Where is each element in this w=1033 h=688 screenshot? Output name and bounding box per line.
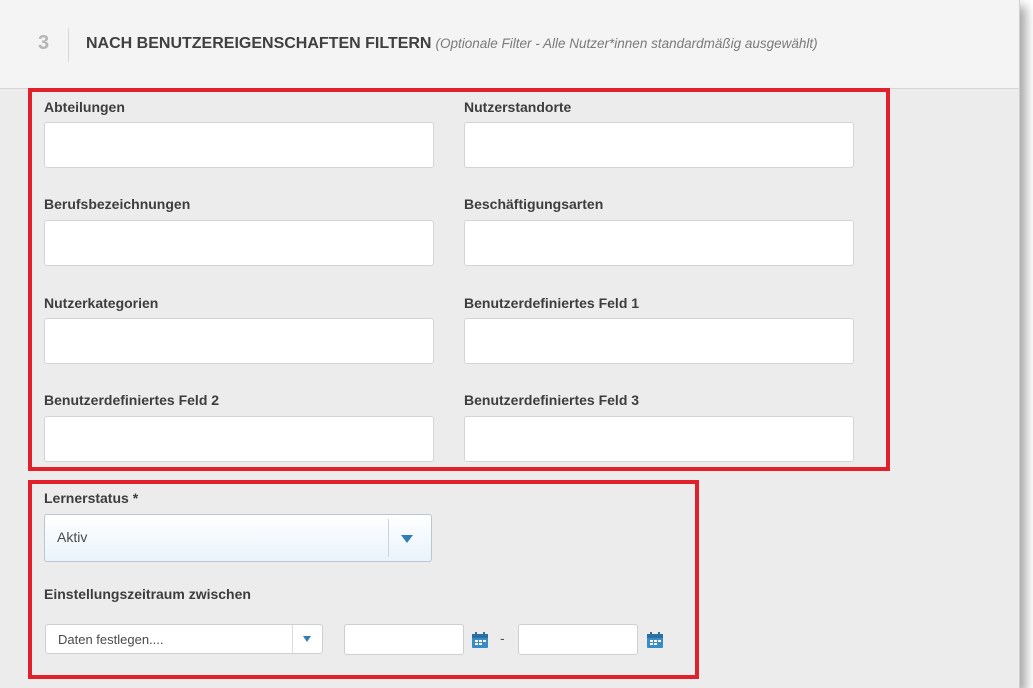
- hire-period-label: Einstellungszeitraum zwischen: [44, 586, 251, 602]
- filter-panel: 3 NACH BENUTZEREIGENSCHAFTEN FILTERN (Opt…: [0, 0, 1020, 688]
- departments-label: Abteilungen: [44, 99, 125, 115]
- learner-status-value: Aktiv: [57, 529, 88, 545]
- hire-period-value: Daten festlegen....: [58, 632, 164, 647]
- section-subtitle: (Optionale Filter - Alle Nutzer*innen st…: [435, 36, 818, 51]
- section-header: 3 NACH BENUTZEREIGENSCHAFTEN FILTERN (Opt…: [0, 0, 1019, 89]
- step-number: 3: [38, 32, 50, 54]
- chevron-down-icon[interactable]: [401, 535, 413, 543]
- custom-field-1-label: Benutzerdefiniertes Feld 1: [464, 295, 640, 311]
- user-categories-input[interactable]: [44, 318, 434, 364]
- section-title: NACH BENUTZEREIGENSCHAFTEN FILTERN: [86, 35, 432, 52]
- custom-field-1-input[interactable]: [464, 318, 854, 364]
- employment-types-label: Beschäftigungsarten: [464, 196, 604, 212]
- hire-period-select[interactable]: Daten festlegen....: [45, 624, 323, 654]
- calendar-icon[interactable]: [646, 631, 664, 649]
- custom-field-3-label: Benutzerdefiniertes Feld 3: [464, 392, 640, 408]
- departments-input[interactable]: [44, 122, 434, 168]
- job-titles-label: Berufsbezeichnungen: [44, 196, 191, 212]
- custom-field-2-label: Benutzerdefiniertes Feld 2: [44, 392, 220, 408]
- date-separator: -: [500, 630, 505, 646]
- date-from-input[interactable]: [344, 624, 464, 655]
- section-title-wrap: NACH BENUTZEREIGENSCHAFTEN FILTERN (Optio…: [86, 35, 818, 53]
- calendar-icon[interactable]: [471, 631, 489, 649]
- employment-types-input[interactable]: [464, 220, 854, 266]
- learner-status-select[interactable]: Aktiv: [44, 514, 432, 562]
- select-divider: [388, 519, 389, 557]
- user-categories-label: Nutzerkategorien: [44, 295, 159, 311]
- job-titles-input[interactable]: [44, 220, 434, 266]
- select-divider: [292, 625, 293, 653]
- locations-label: Nutzerstandorte: [464, 99, 572, 115]
- learner-status-label: Lernerstatus *: [44, 490, 139, 506]
- custom-field-2-input[interactable]: [44, 416, 434, 462]
- custom-field-3-input[interactable]: [464, 416, 854, 462]
- step-divider: [68, 28, 69, 62]
- date-to-input[interactable]: [518, 624, 638, 655]
- chevron-down-icon[interactable]: [303, 636, 311, 642]
- locations-input[interactable]: [464, 122, 854, 168]
